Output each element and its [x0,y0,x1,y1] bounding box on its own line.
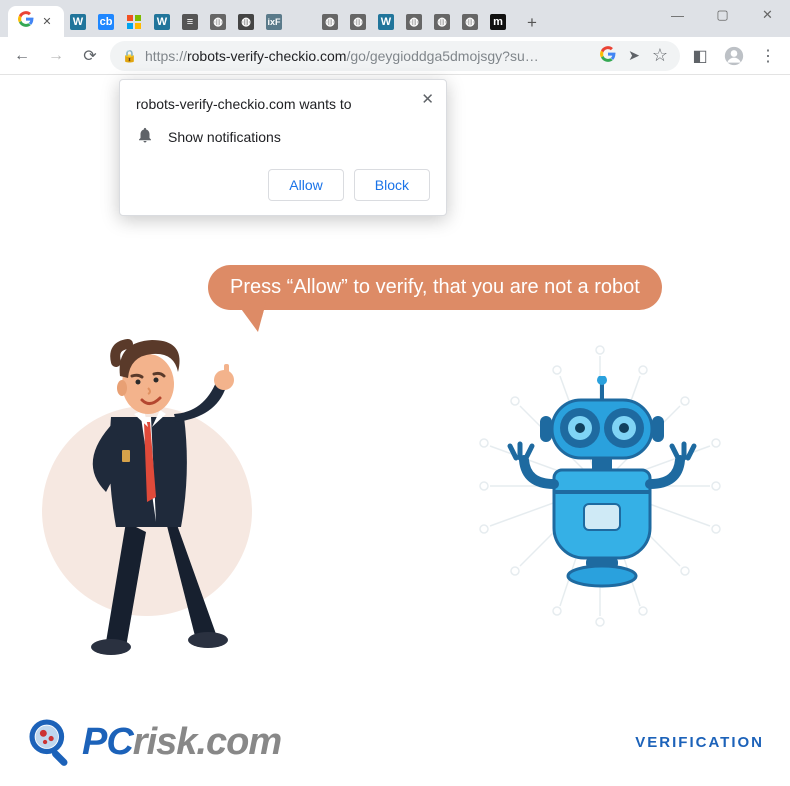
tab-12[interactable]: W [372,6,400,37]
globe-icon: ◍ [322,14,338,30]
share-icon[interactable]: ➤ [628,47,640,64]
ixf-icon: ixF [266,14,282,30]
logo-text: PCrisk.com [82,721,281,764]
minimize-button[interactable]: — [655,0,700,30]
globe-icon: ◍ [406,14,422,30]
globe-icon: ◍ [238,14,254,30]
extensions-icon[interactable]: ◧ [686,42,714,70]
globe-icon: ◍ [210,14,226,30]
tab-6[interactable]: ◍ [204,6,232,37]
popup-permission-label: Show notifications [168,129,281,145]
address-bar[interactable]: 🔒 https://robots-verify-checkio.com/go/g… [110,41,680,71]
wordpress-icon: W [154,14,170,30]
window-controls: — ▢ ✕ [655,0,790,30]
new-tab-button[interactable]: + [518,9,546,37]
bell-icon [136,126,154,147]
verification-label: VERIFICATION [635,734,764,751]
tab-10[interactable]: ◍ [316,6,344,37]
bookmark-star-icon[interactable]: ☆ [652,45,668,66]
m-icon: m [490,14,506,30]
popup-close-icon[interactable]: ✕ [421,90,434,108]
reload-button[interactable]: ⟳ [76,42,104,70]
allow-button[interactable]: Allow [268,169,343,201]
apple-icon [294,14,310,30]
wordpress-icon: W [70,14,86,30]
back-button[interactable]: ← [8,42,36,70]
url-text: https://robots-verify-checkio.com/go/gey… [145,48,539,64]
profile-avatar-icon[interactable] [720,42,748,70]
magnifier-icon [26,716,78,768]
popup-permission-row: Show notifications [136,126,430,147]
forward-button[interactable]: → [42,42,70,70]
tab-9[interactable] [288,6,316,37]
tab-13[interactable]: ◍ [400,6,428,37]
robot-illustration [450,336,750,636]
globe-icon: ◍ [350,14,366,30]
stripes-icon: ≡ [182,14,198,30]
tab-16[interactable]: m [484,6,512,37]
favicon-google-icon [18,11,34,32]
tab-11[interactable]: ◍ [344,6,372,37]
tab-4[interactable]: W [148,6,176,37]
cb-icon: cb [98,14,114,30]
tab-7[interactable]: ◍ [232,6,260,37]
search-engine-icon[interactable] [600,46,616,65]
lock-icon: 🔒 [122,49,137,63]
block-button[interactable]: Block [354,169,430,201]
browser-toolbar: ← → ⟳ 🔒 https://robots-verify-checkio.co… [0,37,790,75]
tab-8[interactable]: ixF [260,6,288,37]
close-window-button[interactable]: ✕ [745,0,790,30]
tab-1[interactable]: W [64,6,92,37]
notification-permission-popup: ✕ robots-verify-checkio.com wants to Sho… [119,79,447,216]
tab-3[interactable] [120,6,148,37]
tab-2[interactable]: cb [92,6,120,37]
maximize-button[interactable]: ▢ [700,0,745,30]
speech-bubble: Press “Allow” to verify, that you are no… [208,265,662,310]
globe-icon: ◍ [434,14,450,30]
popup-title: robots-verify-checkio.com wants to [136,96,430,112]
wordpress-icon: W [378,14,394,30]
pcrisk-logo: PCrisk.com [26,716,281,768]
businessman-illustration [56,322,266,652]
tab-close-icon[interactable]: ✕ [40,15,54,29]
footer: PCrisk.com VERIFICATION [0,716,790,768]
globe-icon: ◍ [462,14,478,30]
kebab-menu-icon[interactable]: ⋮ [754,42,782,70]
tab-15[interactable]: ◍ [456,6,484,37]
microsoft-icon [126,14,142,30]
tab-5[interactable]: ≡ [176,6,204,37]
tab-14[interactable]: ◍ [428,6,456,37]
tab-active[interactable]: ✕ [8,6,64,37]
